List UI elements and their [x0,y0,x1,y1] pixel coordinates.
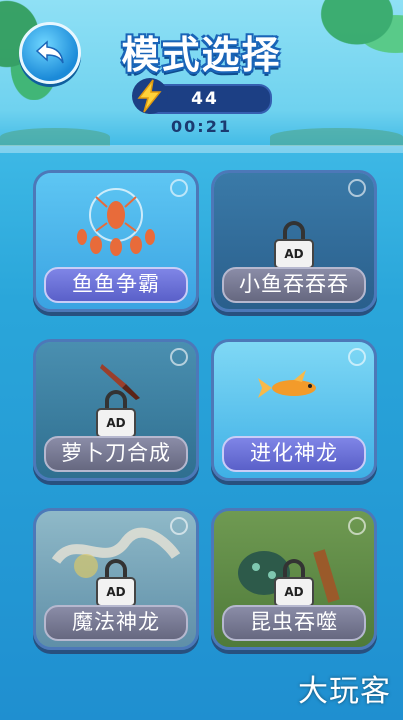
ad-lock-text: AD [274,238,314,269]
mode-label: 进化神龙 [222,436,366,472]
mode-label: 萝卜刀合成 [44,436,188,472]
padlock-icon: AD [274,558,314,607]
mode-label: 小鱼吞吞吞 [222,267,366,303]
ad-lock-text: AD [96,407,136,438]
page-title: 模式选择 [121,33,282,77]
mode-card-radish-knife[interactable]: AD 萝卜刀合成 [33,339,199,481]
ad-lock-text: AD [274,576,314,607]
padlock-icon: AD [96,389,136,438]
mode-card-insect-devour[interactable]: AD 昆虫吞噬 [211,508,377,650]
mode-card-magic-dragon[interactable]: AD 魔法神龙 [33,508,199,650]
goldfish-icon [258,370,316,398]
mode-card-small-fish[interactable]: AD 小鱼吞吞吞 [211,170,377,312]
mode-card-evolve-dragon[interactable]: 进化神龙 [211,339,377,481]
bubble-decoration [170,348,188,366]
bubble-decoration [348,517,366,535]
water-surface [0,145,403,153]
bubble-decoration [170,179,188,197]
countdown-timer: 00:21 [171,117,232,136]
watermark: 大玩客 [298,674,391,709]
mode-label: 昆虫吞噬 [222,605,366,641]
padlock-icon: AD [96,558,136,607]
bubble-decoration [348,348,366,366]
bubble-decoration [170,517,188,535]
shrimp-group-icon [77,188,155,256]
mode-label: 魔法神龙 [44,605,188,641]
mode-card-fish-battle[interactable]: 鱼鱼争霸 [33,170,199,312]
ad-lock-text: AD [96,576,136,607]
bubble-decoration [348,179,366,197]
lightning-bolt-icon [132,78,168,114]
mode-label: 鱼鱼争霸 [44,267,188,303]
padlock-icon: AD [274,220,314,269]
